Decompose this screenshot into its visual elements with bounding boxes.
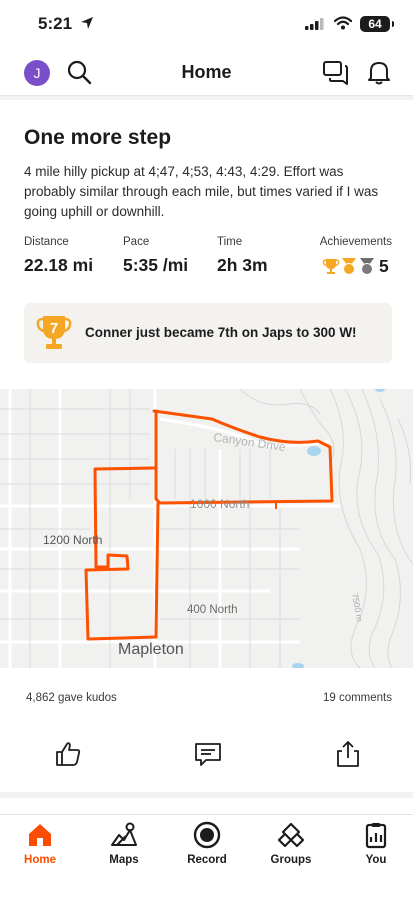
stat-value: 5:35 /mi (123, 255, 189, 275)
achievements-count: 5 (379, 255, 389, 276)
rank-trophy-icon: 7 (36, 316, 72, 349)
battery-indicator: 64 (360, 16, 394, 32)
gold-medal-icon (342, 258, 356, 275)
map-label-400: 400 North (187, 604, 238, 616)
trophy-icon (322, 259, 340, 274)
tab-label: You (365, 854, 387, 866)
tab-label: Home (24, 854, 56, 866)
tab-label: Record (187, 854, 227, 866)
stat-distance: Distance 22.18 mi (24, 236, 93, 276)
stat-label: Distance (24, 236, 69, 248)
map-label-town: Mapleton (118, 641, 184, 658)
kudos-count[interactable]: 4,862 gave kudos (26, 692, 117, 704)
activity-card: One more step 4 mile hilly pickup at 4;4… (0, 100, 413, 790)
tab-you[interactable]: You (341, 821, 411, 866)
route-map[interactable]: Canyon Drive 1600 North 1200 North 400 N… (0, 389, 413, 668)
banner-text: Conner just became 7th on Japs to 300 W! (85, 325, 357, 340)
stat-label: Time (217, 236, 243, 248)
map-label-1200: 1200 North (43, 533, 102, 547)
rank-number: 7 (50, 320, 58, 337)
activity-title[interactable]: One more step (24, 126, 171, 150)
page-title: Home (181, 62, 232, 82)
silver-medal-icon (360, 258, 374, 275)
groups-icon (277, 822, 305, 848)
map-label-1600: 1600 North (190, 497, 249, 511)
home-icon (29, 824, 51, 846)
comments-count[interactable]: 19 comments (323, 692, 392, 704)
activity-description: 4 mile hilly pickup at 4;47, 4;53, 4:43,… (24, 164, 379, 219)
stat-time: Time 2h 3m (217, 236, 268, 276)
kudos-thumb-icon[interactable] (52, 738, 84, 770)
record-icon (193, 821, 221, 849)
tab-label: Maps (109, 854, 139, 866)
comment-icon[interactable] (192, 738, 224, 770)
share-icon[interactable] (332, 738, 364, 770)
maps-icon (111, 822, 137, 846)
tab-groups[interactable]: Groups (256, 821, 326, 866)
bell-icon[interactable] (364, 57, 394, 87)
you-icon (365, 823, 387, 849)
messages-icon[interactable] (321, 57, 351, 87)
feed-separator (0, 792, 413, 798)
status-bar: 5:21 64 (0, 0, 413, 48)
tab-bar: Home Maps Record Groups You (0, 814, 413, 902)
achievements-row[interactable]: 5 (322, 255, 389, 277)
tab-home[interactable]: Home (5, 821, 75, 866)
stat-label: Pace (123, 236, 150, 248)
wifi-icon (334, 16, 352, 30)
tab-record[interactable]: Record (172, 821, 242, 866)
tab-label: Groups (270, 854, 312, 866)
location-arrow-icon (81, 17, 93, 29)
achievements-label: Achievements (319, 236, 392, 248)
tab-maps[interactable]: Maps (89, 821, 159, 866)
stat-value: 2h 3m (217, 255, 268, 275)
status-time: 5:21 (38, 14, 73, 33)
stat-value: 22.18 mi (24, 255, 94, 275)
segment-banner[interactable]: 7 Conner just became 7th on Japs to 300 … (24, 303, 392, 363)
cellular-signal-icon (305, 18, 324, 30)
stat-pace: Pace 5:35 /mi (123, 236, 188, 276)
app-header: J Home (0, 48, 413, 96)
